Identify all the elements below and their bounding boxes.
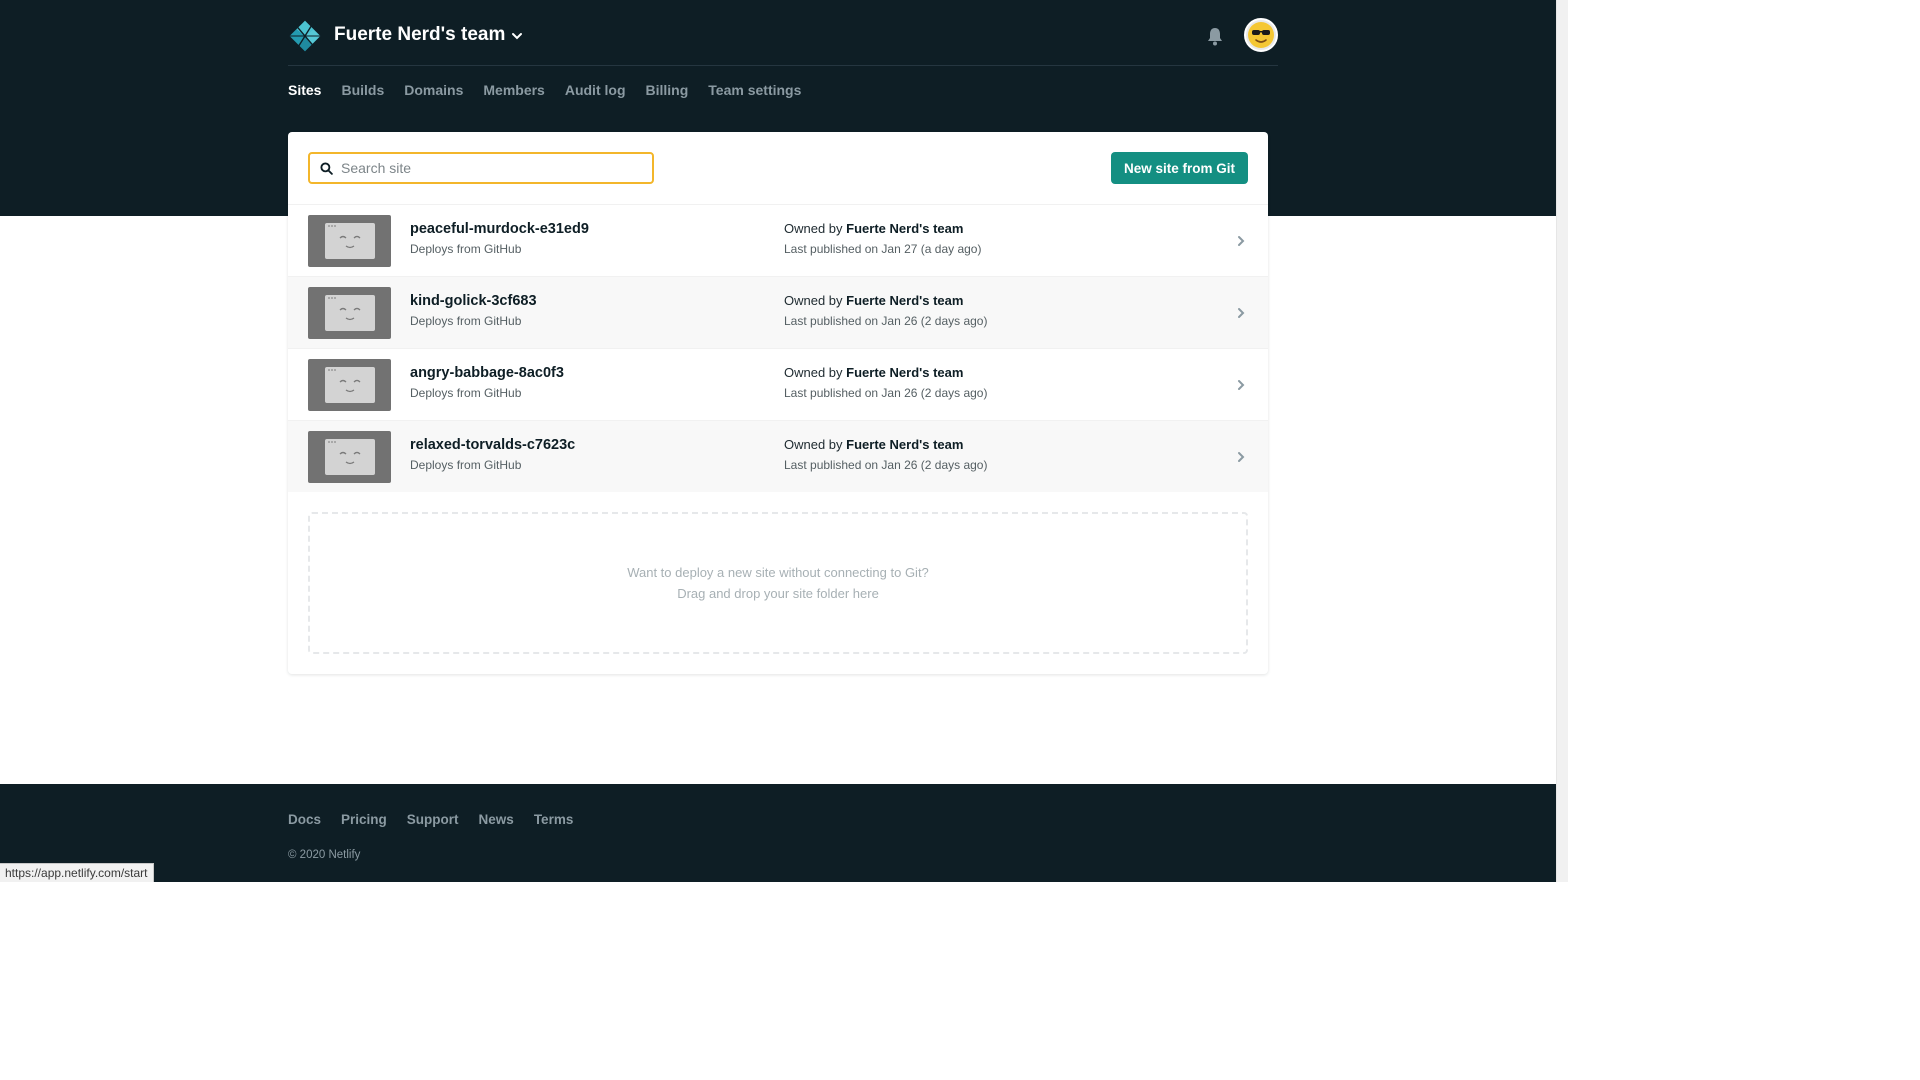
site-thumbnail	[308, 287, 391, 339]
search-icon	[320, 161, 333, 175]
header: Fuerte Nerd's team	[288, 0, 1278, 66]
owner-name: Fuerte Nerd's team	[846, 365, 964, 380]
site-row[interactable]: peaceful-murdock-e31ed9 Deploys from Git…	[288, 204, 1268, 276]
drag-drop-zone[interactable]: Want to deploy a new site without connec…	[308, 512, 1248, 654]
placeholder-face-icon	[325, 295, 375, 331]
placeholder-face-icon	[325, 367, 375, 403]
sunglasses-emoji-avatar	[1248, 22, 1274, 48]
placeholder-face-icon	[325, 439, 375, 475]
owner-name: Fuerte Nerd's team	[846, 293, 964, 308]
nav-sites[interactable]: Sites	[288, 80, 321, 100]
footer-links: Docs Pricing Support News Terms	[288, 812, 573, 827]
status-bar-url: https://app.netlify.com/start	[0, 863, 154, 882]
footer-link-pricing[interactable]: Pricing	[341, 812, 387, 827]
search-box[interactable]	[308, 152, 654, 184]
sites-card: New site from Git peaceful-murdock-e31ed…	[288, 132, 1268, 674]
site-thumbnail	[308, 359, 391, 411]
owner-name: Fuerte Nerd's team	[846, 221, 964, 236]
site-name[interactable]: kind-golick-3cf683	[410, 293, 537, 309]
site-published: Last published on Jan 27 (a day ago)	[784, 242, 982, 256]
chevron-right-icon	[1238, 236, 1245, 246]
footer: Docs Pricing Support News Terms © 2020 N…	[0, 784, 1556, 882]
site-deploy-source: Deploys from GitHub	[410, 386, 522, 400]
site-published: Last published on Jan 26 (2 days ago)	[784, 458, 988, 472]
team-name: Fuerte Nerd's team	[334, 24, 506, 45]
footer-link-support[interactable]: Support	[407, 812, 459, 827]
site-owner: Owned by Fuerte Nerd's team	[784, 221, 963, 236]
nav-billing[interactable]: Billing	[646, 80, 689, 100]
chevron-right-icon	[1238, 308, 1245, 318]
copyright: © 2020 Netlify	[288, 849, 361, 861]
site-name[interactable]: peaceful-murdock-e31ed9	[410, 221, 589, 237]
site-published: Last published on Jan 26 (2 days ago)	[784, 314, 988, 328]
footer-link-news[interactable]: News	[479, 812, 514, 827]
site-thumbnail	[308, 431, 391, 483]
nav-builds[interactable]: Builds	[341, 80, 384, 100]
owner-name: Fuerte Nerd's team	[846, 437, 964, 452]
footer-link-docs[interactable]: Docs	[288, 812, 321, 827]
bell-icon[interactable]	[1206, 26, 1224, 46]
nav-members[interactable]: Members	[483, 80, 544, 100]
nav-domains[interactable]: Domains	[404, 80, 463, 100]
team-nav: Sites Builds Domains Members Audit log B…	[288, 80, 801, 100]
owner-prefix: Owned by	[784, 221, 843, 236]
owner-prefix: Owned by	[784, 293, 843, 308]
site-deploy-source: Deploys from GitHub	[410, 314, 522, 328]
chevron-right-icon	[1238, 380, 1245, 390]
site-owner: Owned by Fuerte Nerd's team	[784, 437, 963, 452]
site-published: Last published on Jan 26 (2 days ago)	[784, 386, 988, 400]
nav-audit-log[interactable]: Audit log	[565, 80, 626, 100]
placeholder-face-icon	[325, 223, 375, 259]
site-row[interactable]: relaxed-torvalds-c7623c Deploys from Git…	[288, 420, 1268, 492]
site-name[interactable]: relaxed-torvalds-c7623c	[410, 437, 575, 453]
user-avatar[interactable]	[1244, 18, 1278, 52]
owner-prefix: Owned by	[784, 437, 843, 452]
dropzone-line-1: Want to deploy a new site without connec…	[627, 565, 929, 580]
site-owner: Owned by Fuerte Nerd's team	[784, 365, 963, 380]
site-row[interactable]: kind-golick-3cf683 Deploys from GitHub O…	[288, 276, 1268, 348]
site-list: peaceful-murdock-e31ed9 Deploys from Git…	[288, 204, 1268, 492]
chevron-down-icon	[512, 33, 523, 40]
scrollbar[interactable]	[1556, 0, 1568, 882]
footer-link-terms[interactable]: Terms	[534, 812, 574, 827]
chevron-right-icon	[1238, 452, 1245, 462]
team-switcher[interactable]: Fuerte Nerd's team	[334, 24, 523, 46]
site-owner: Owned by Fuerte Nerd's team	[784, 293, 963, 308]
search-input[interactable]	[341, 160, 631, 176]
site-deploy-source: Deploys from GitHub	[410, 242, 522, 256]
site-row[interactable]: angry-babbage-8ac0f3 Deploys from GitHub…	[288, 348, 1268, 420]
netlify-logo-icon[interactable]	[288, 19, 322, 53]
site-deploy-source: Deploys from GitHub	[410, 458, 522, 472]
nav-team-settings[interactable]: Team settings	[708, 80, 801, 100]
dropzone-line-2: Drag and drop your site folder here	[677, 586, 879, 601]
site-thumbnail	[308, 215, 391, 267]
site-name[interactable]: angry-babbage-8ac0f3	[410, 365, 564, 381]
new-site-from-git-button[interactable]: New site from Git	[1111, 152, 1248, 184]
owner-prefix: Owned by	[784, 365, 843, 380]
